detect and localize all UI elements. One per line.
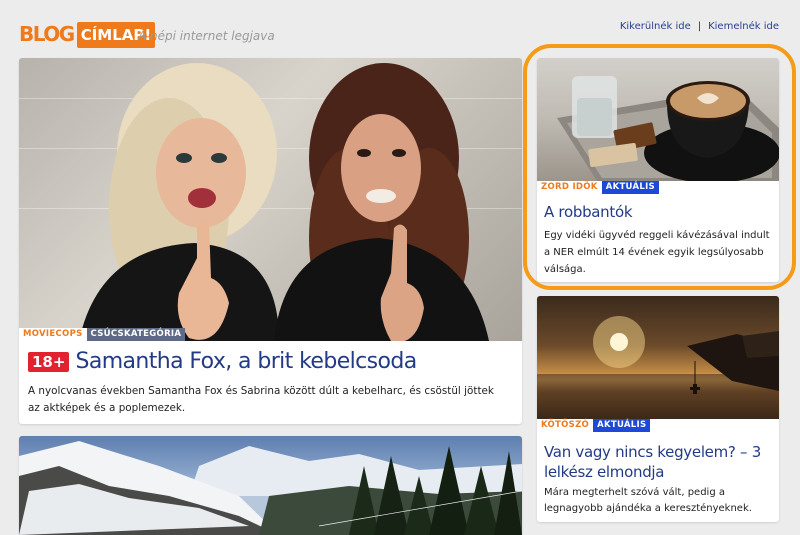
- main-story-lead: A nyolcvanas években Samantha Fox és Sab…: [28, 385, 494, 414]
- sunset-photo-illustration: [537, 316, 779, 419]
- site-logo[interactable]: BLOG CÍMLAP!: [19, 20, 156, 48]
- tag-category[interactable]: AKTUÁLIS: [601, 181, 659, 194]
- tag-category[interactable]: AKTUÁLIS: [593, 419, 651, 432]
- tag-source[interactable]: MOVIECOPS: [19, 328, 87, 341]
- right-top-story-tags: ZORD IDŐK AKTUÁLIS: [537, 181, 659, 194]
- right-top-story-card[interactable]: ZORD IDŐK AKTUÁLIS A robbantók Egy vidék…: [537, 58, 779, 282]
- mountain-photo-illustration: [19, 441, 522, 535]
- main-story-title[interactable]: Samantha Fox, a brit kebelcsoda: [75, 349, 417, 374]
- right-bottom-story-tags: KÖTŐSZÓ AKTUÁLIS: [537, 419, 651, 432]
- main-story-tags: MOVIECOPS CSÚCSKATEGÓRIA: [19, 328, 186, 341]
- tag-source[interactable]: KÖTŐSZÓ: [537, 419, 594, 432]
- age-restriction-badge: 18+: [28, 351, 70, 372]
- right-bottom-story-image[interactable]: [537, 296, 779, 419]
- right-bottom-story-title[interactable]: Van vagy nincs kegyelem? – 3 lelkész elm…: [544, 442, 776, 482]
- link-separator: |: [697, 21, 702, 32]
- mountain-story-image[interactable]: [19, 436, 522, 535]
- main-story-card[interactable]: MOVIECOPS CSÚCSKATEGÓRIA 18+ Samantha Fo…: [19, 58, 522, 424]
- tag-source[interactable]: ZORD IDŐK: [537, 181, 602, 194]
- logo-blog-text: BLOG: [19, 22, 75, 46]
- right-top-story-title[interactable]: A robbantók: [544, 203, 633, 221]
- main-story-image[interactable]: MOVIECOPS CSÚCSKATEGÓRIA: [19, 58, 522, 341]
- right-top-story-image[interactable]: [537, 58, 779, 181]
- tag-category[interactable]: CSÚCSKATEGÓRIA: [86, 328, 186, 341]
- site-tagline: A népi internet legjava: [138, 29, 275, 43]
- main-story-headline[interactable]: 18+ Samantha Fox, a brit kebelcsoda: [28, 349, 417, 374]
- right-bottom-story-lead: Mára megterhelt szóvá vált, pedig a legn…: [544, 487, 752, 514]
- site-header: BLOG CÍMLAP! A népi internet legjava Kik…: [0, 0, 800, 56]
- right-bottom-story-card[interactable]: KÖTŐSZÓ AKTUÁLIS Van vagy nincs kegyelem…: [537, 296, 779, 522]
- coffee-photo-illustration: [557, 76, 779, 181]
- link-kiemelnek-ide[interactable]: Kiemelnék ide: [708, 21, 779, 32]
- mountain-story-card[interactable]: [19, 436, 522, 535]
- main-photo-illustration: [79, 63, 489, 341]
- right-top-story-lead: Egy vidéki ügyvéd reggeli kávézásával in…: [544, 230, 770, 275]
- link-kikerulnek-ide[interactable]: Kikerülnék ide: [620, 21, 691, 32]
- header-links: Kikerülnék ide | Kiemelnék ide: [620, 21, 779, 32]
